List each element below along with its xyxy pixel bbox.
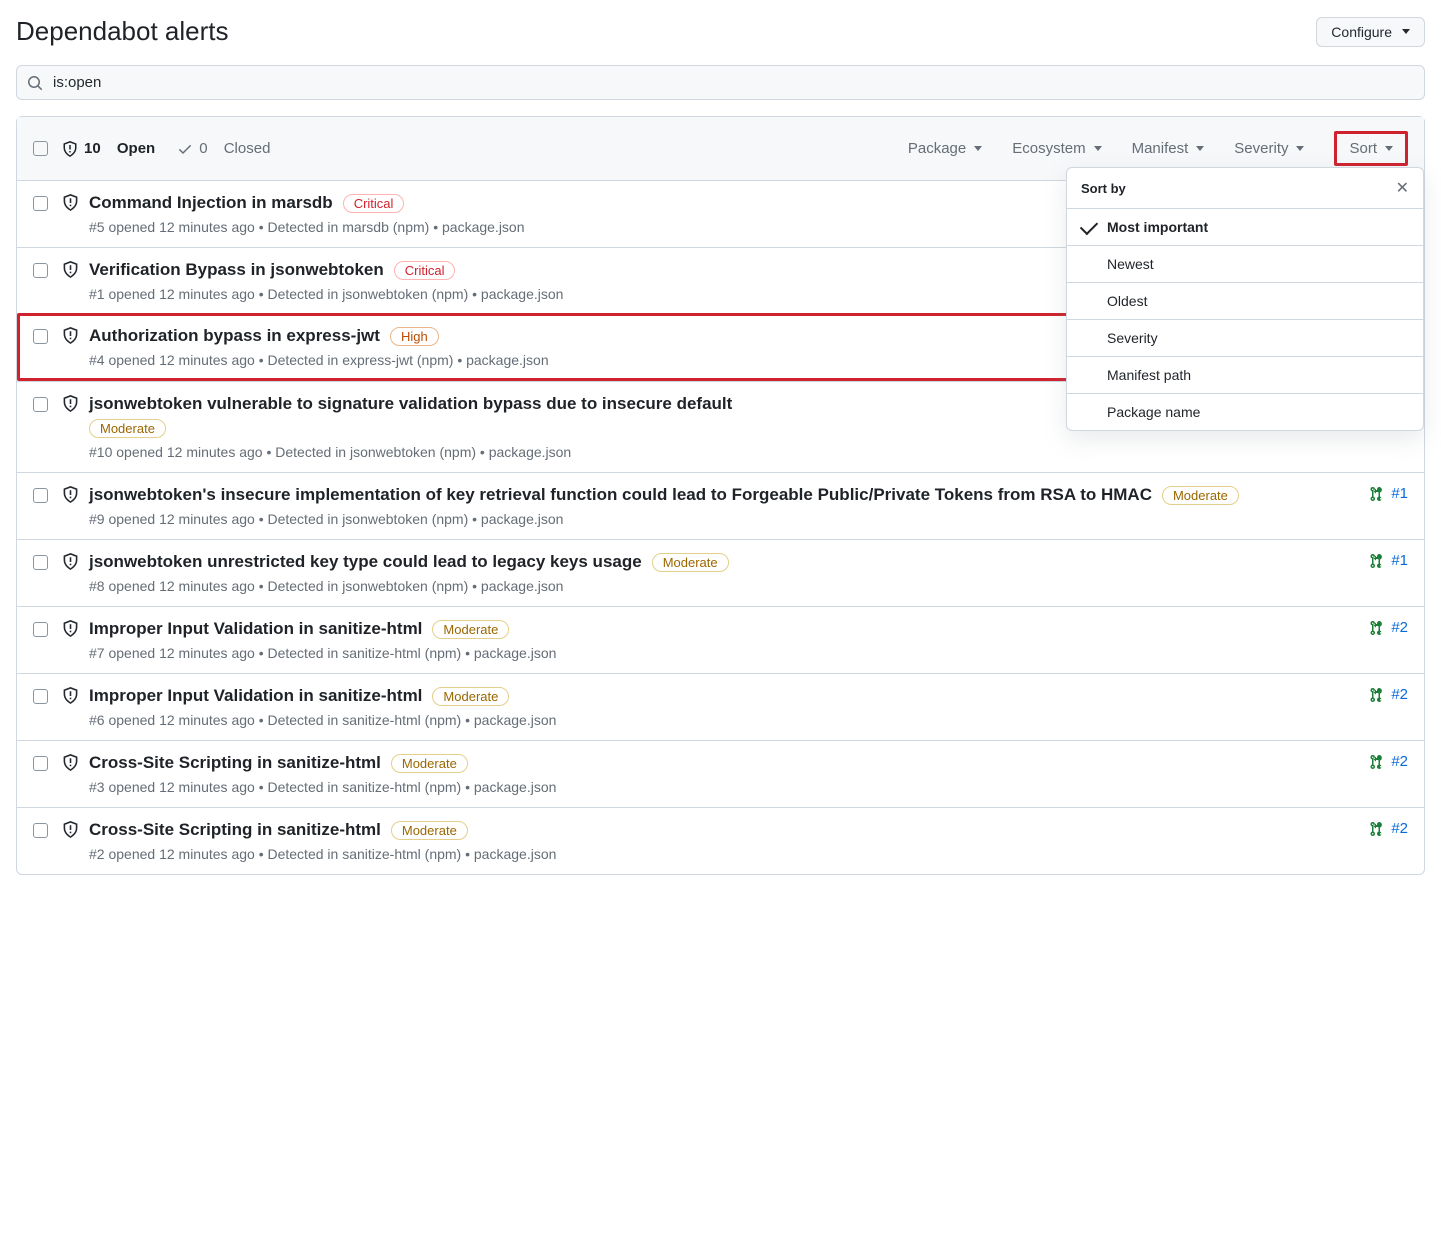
search-icon: [27, 75, 43, 91]
severity-badge: Moderate: [432, 620, 509, 639]
filter-ecosystem[interactable]: Ecosystem: [1012, 140, 1101, 157]
pull-request-link[interactable]: #2: [1369, 619, 1408, 636]
alert-checkbox[interactable]: [33, 196, 48, 211]
sort-dropdown-heading: Sort by ✕: [1067, 168, 1423, 209]
alert-checkbox[interactable]: [33, 756, 48, 771]
severity-badge: High: [390, 327, 439, 346]
alert-checkbox[interactable]: [33, 263, 48, 278]
shield-alert-icon: [62, 687, 79, 704]
severity-badge: Critical: [394, 261, 456, 280]
filter-sort[interactable]: Sort: [1334, 131, 1408, 166]
pull-request-icon: [1369, 553, 1385, 569]
pull-request-link[interactable]: #2: [1369, 753, 1408, 770]
pull-request-icon: [1369, 687, 1385, 703]
configure-button[interactable]: Configure: [1316, 17, 1425, 47]
alert-title[interactable]: Cross-Site Scripting in sanitize-html: [89, 820, 381, 840]
pull-request-link[interactable]: #1: [1369, 552, 1408, 569]
alert-title[interactable]: Improper Input Validation in sanitize-ht…: [89, 686, 422, 706]
alert-title[interactable]: jsonwebtoken's insecure implementation o…: [89, 485, 1152, 505]
alert-title[interactable]: Cross-Site Scripting in sanitize-html: [89, 753, 381, 773]
alert-title[interactable]: Authorization bypass in express-jwt: [89, 326, 380, 346]
status-tabs: 10 Open 0 Closed: [62, 140, 270, 157]
search-bar[interactable]: [16, 65, 1425, 100]
select-all-checkbox[interactable]: [33, 141, 48, 156]
shield-alert-icon: [62, 821, 79, 838]
alert-title[interactable]: jsonwebtoken vulnerable to signature val…: [89, 394, 732, 414]
shield-alert-icon: [62, 553, 79, 570]
alert-checkbox[interactable]: [33, 689, 48, 704]
alert-meta: #8 opened 12 minutes ago • Detected in j…: [89, 578, 1357, 594]
check-icon: [177, 141, 193, 157]
alert-checkbox[interactable]: [33, 622, 48, 637]
shield-alert-icon: [62, 620, 79, 637]
pull-request-icon: [1369, 821, 1385, 837]
sort-option-0[interactable]: Most important: [1067, 209, 1423, 245]
sort-option-2[interactable]: Oldest: [1067, 282, 1423, 319]
alert-checkbox[interactable]: [33, 488, 48, 503]
sort-option-3[interactable]: Severity: [1067, 319, 1423, 356]
page-title: Dependabot alerts: [16, 16, 228, 47]
alert-row: Cross-Site Scripting in sanitize-html Mod…: [17, 740, 1424, 807]
pull-request-icon: [1369, 486, 1385, 502]
filter-severity[interactable]: Severity: [1234, 140, 1304, 157]
shield-alert-icon: [62, 395, 79, 412]
alert-meta: #3 opened 12 minutes ago • Detected in s…: [89, 779, 1357, 795]
sort-dropdown: Sort by ✕ Most importantNewestOldestSeve…: [1066, 167, 1424, 431]
shield-alert-icon: [62, 486, 79, 503]
severity-badge: Moderate: [652, 553, 729, 572]
severity-badge: Moderate: [391, 821, 468, 840]
pull-request-link[interactable]: #2: [1369, 820, 1408, 837]
severity-badge: Critical: [343, 194, 405, 213]
pull-request-icon: [1369, 754, 1385, 770]
alert-row: Improper Input Validation in sanitize-ht…: [17, 673, 1424, 740]
alert-checkbox[interactable]: [33, 555, 48, 570]
alert-meta: #6 opened 12 minutes ago • Detected in s…: [89, 712, 1357, 728]
pull-request-link[interactable]: #2: [1369, 686, 1408, 703]
alert-row: Cross-Site Scripting in sanitize-html Mod…: [17, 807, 1424, 874]
shield-icon: [62, 141, 78, 157]
shield-alert-icon: [62, 754, 79, 771]
alert-row: jsonwebtoken unrestricted key type could…: [17, 539, 1424, 606]
sort-option-4[interactable]: Manifest path: [1067, 356, 1423, 393]
alert-meta: #7 opened 12 minutes ago • Detected in s…: [89, 645, 1357, 661]
shield-alert-icon: [62, 327, 79, 344]
severity-badge: Moderate: [1162, 486, 1239, 505]
severity-badge: Moderate: [89, 419, 166, 438]
pull-request-link[interactable]: #1: [1369, 485, 1408, 502]
alert-checkbox[interactable]: [33, 823, 48, 838]
filter-manifest[interactable]: Manifest: [1132, 140, 1205, 157]
pull-request-icon: [1369, 620, 1385, 636]
filter-menu-bar: Package Ecosystem Manifest Severity Sort: [908, 131, 1408, 166]
alert-meta: #9 opened 12 minutes ago • Detected in j…: [89, 511, 1357, 527]
sort-option-1[interactable]: Newest: [1067, 245, 1423, 282]
alert-row: jsonwebtoken's insecure implementation o…: [17, 472, 1424, 539]
tab-open[interactable]: 10 Open: [62, 140, 155, 157]
shield-alert-icon: [62, 261, 79, 278]
alert-title[interactable]: jsonwebtoken unrestricted key type could…: [89, 552, 642, 572]
alert-title[interactable]: Verification Bypass in jsonwebtoken: [89, 260, 384, 280]
alert-meta: #2 opened 12 minutes ago • Detected in s…: [89, 846, 1357, 862]
severity-badge: Moderate: [391, 754, 468, 773]
alert-meta: #10 opened 12 minutes ago • Detected in …: [89, 444, 1408, 460]
page-title-bar: Dependabot alerts Configure: [16, 16, 1425, 47]
alert-title[interactable]: Command Injection in marsdb: [89, 193, 333, 213]
filter-package[interactable]: Package: [908, 140, 982, 157]
severity-badge: Moderate: [432, 687, 509, 706]
shield-alert-icon: [62, 194, 79, 211]
alert-row: Improper Input Validation in sanitize-ht…: [17, 606, 1424, 673]
search-input[interactable]: [51, 73, 1414, 92]
sort-option-5[interactable]: Package name: [1067, 393, 1423, 430]
close-icon[interactable]: ✕: [1396, 178, 1409, 198]
alert-checkbox[interactable]: [33, 397, 48, 412]
configure-button-label: Configure: [1331, 24, 1392, 40]
alert-title[interactable]: Improper Input Validation in sanitize-ht…: [89, 619, 422, 639]
tab-closed[interactable]: 0 Closed: [177, 140, 270, 157]
alerts-panel: 10 Open 0 Closed Package Ecosystem Manif…: [16, 116, 1425, 875]
alert-checkbox[interactable]: [33, 329, 48, 344]
